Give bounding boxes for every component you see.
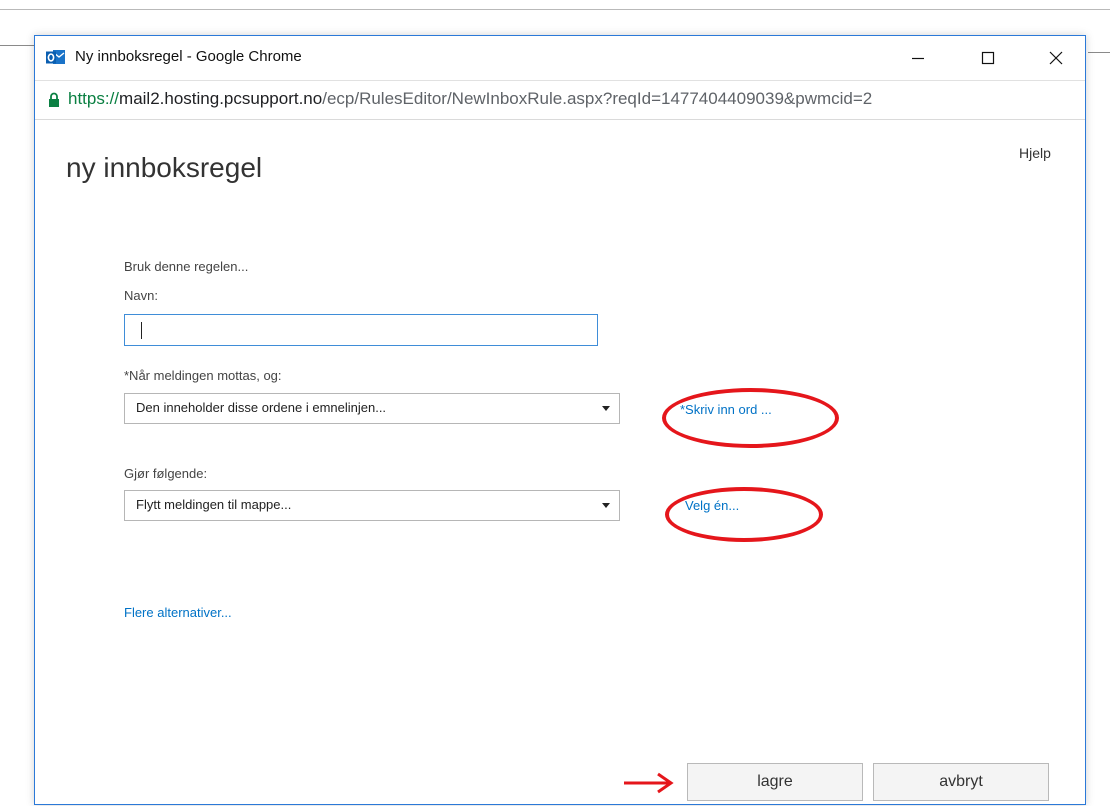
background-window-edge-left [0, 45, 34, 46]
save-button[interactable]: lagre [687, 763, 863, 801]
condition-label: *Når meldingen mottas, og: [124, 368, 282, 383]
minimize-button[interactable] [895, 36, 941, 80]
intro-label: Bruk denne regelen... [124, 259, 249, 274]
lock-icon [49, 92, 59, 107]
url-path: /ecp/RulesEditor/NewInboxRule.aspx?reqId… [322, 89, 873, 108]
page-title: ny innboksregel [66, 152, 263, 183]
arrow-annotation-icon [624, 772, 674, 794]
url-text[interactable]: https://mail2.hosting.pcsupport.no/ecp/R… [68, 89, 872, 109]
chevron-down-icon [602, 406, 610, 411]
maximize-button[interactable] [965, 36, 1011, 80]
close-icon [1049, 51, 1063, 65]
maximize-icon [981, 51, 995, 65]
close-button[interactable] [1033, 36, 1079, 80]
action-selected-value: Flytt meldingen til mappe... [136, 497, 292, 512]
more-options-link[interactable]: Flere alternativer... [124, 605, 232, 620]
highlight-circle-choose-one [665, 487, 823, 542]
highlight-circle-enter-words [662, 388, 839, 448]
window-title: Ny innboksregel - Google Chrome [75, 48, 302, 65]
enter-words-link[interactable]: *Skriv inn ord ... [680, 402, 772, 417]
condition-select[interactable]: Den inneholder disse ordene i emnelinjen… [124, 393, 620, 424]
url-scheme: https:// [68, 89, 120, 108]
name-input[interactable] [124, 314, 598, 346]
cancel-button[interactable]: avbryt [873, 763, 1049, 801]
action-select[interactable]: Flytt meldingen til mappe... [124, 490, 620, 521]
choose-one-link[interactable]: Velg én... [685, 498, 739, 513]
condition-selected-value: Den inneholder disse ordene i emnelinjen… [136, 400, 387, 415]
text-caret [141, 322, 142, 339]
action-label: Gjør følgende: [124, 466, 208, 481]
chevron-down-icon [602, 503, 610, 508]
address-bar[interactable]: https://mail2.hosting.pcsupport.no/ecp/R… [35, 80, 1085, 120]
minimize-icon [912, 57, 924, 60]
background-window-edge-right [1088, 52, 1110, 53]
outlook-icon [46, 50, 65, 64]
title-bar[interactable]: Ny innboksregel - Google Chrome [35, 36, 1085, 80]
background-divider [0, 9, 1110, 10]
url-host: mail2.hosting.pcsupport.no [119, 89, 323, 108]
page-content: ny innboksregel Hjelp Bruk denne regelen… [35, 120, 1085, 806]
name-label: Navn: [124, 288, 158, 303]
browser-popup-window: Ny innboksregel - Google Chrome https://… [34, 35, 1086, 805]
help-link[interactable]: Hjelp [1019, 145, 1051, 161]
